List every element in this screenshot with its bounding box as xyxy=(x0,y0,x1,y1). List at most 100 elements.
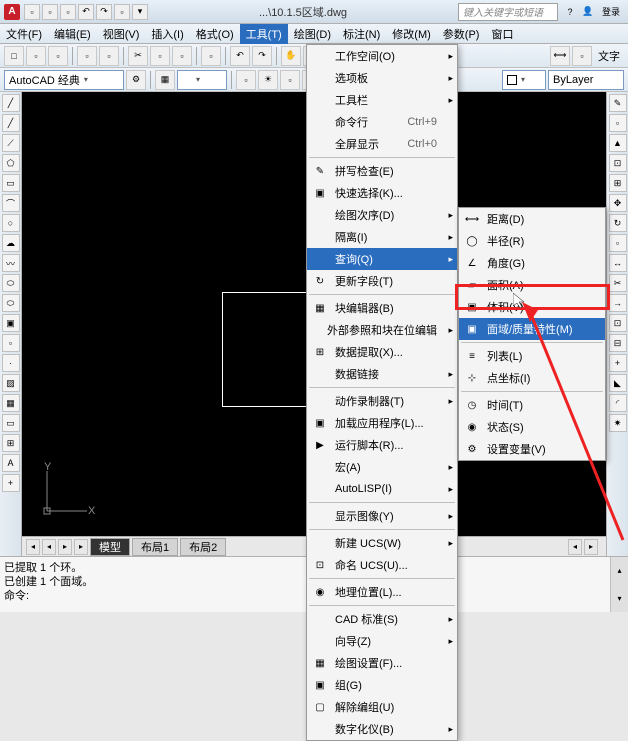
menu-item[interactable]: 查询(Q)▸ xyxy=(307,248,457,270)
tb-undo-icon[interactable]: ↶ xyxy=(230,46,250,66)
tabs-nav-last[interactable]: ▸ xyxy=(74,539,88,555)
tab-layout2[interactable]: 布局2 xyxy=(180,538,226,556)
tabs-nav-first[interactable]: ◂ xyxy=(26,539,40,555)
text-tool-icon[interactable]: A xyxy=(2,454,20,472)
block-tool-icon[interactable]: ▫ xyxy=(2,334,20,352)
circle-tool-icon[interactable]: ○ xyxy=(2,214,20,232)
menu-item[interactable]: 命令行Ctrl+9 xyxy=(307,111,457,133)
table-tool-icon[interactable]: ⊞ xyxy=(2,434,20,452)
menu-item[interactable]: ▦绘图设置(F)... xyxy=(307,652,457,674)
menu-edit[interactable]: 编辑(E) xyxy=(48,24,97,44)
add-tool-icon[interactable]: + xyxy=(2,474,20,492)
menu-item[interactable]: 动作录制器(T)▸ xyxy=(307,390,457,412)
tb-dim-icon[interactable]: ⟷ xyxy=(550,46,570,66)
menu-item[interactable]: CAD 标准(S)▸ xyxy=(307,608,457,630)
menu-item[interactable]: 宏(A)▸ xyxy=(307,456,457,478)
menu-item[interactable]: ▱面积(A) xyxy=(459,274,605,296)
qat-new-icon[interactable]: ▫ xyxy=(24,4,40,20)
explode-tool-icon[interactable]: ✷ xyxy=(609,414,627,432)
qat-more-icon[interactable]: ▾ xyxy=(132,4,148,20)
tb-pan-icon[interactable]: ✋ xyxy=(281,46,301,66)
break-tool-icon[interactable]: ⊡ xyxy=(609,314,627,332)
login-label[interactable]: 登录 xyxy=(598,4,624,20)
menu-item[interactable]: ▢解除编组(U) xyxy=(307,696,457,718)
app-icon[interactable]: A xyxy=(4,4,20,20)
menu-view[interactable]: 视图(V) xyxy=(97,24,146,44)
qat-undo-icon[interactable]: ↶ xyxy=(78,4,94,20)
menu-item[interactable]: AutoLISP(I)▸ xyxy=(307,478,457,500)
tb-t2-icon[interactable]: ☀ xyxy=(258,70,278,90)
menu-item[interactable]: 隔离(I)▸ xyxy=(307,226,457,248)
array-tool-icon[interactable]: ⊞ xyxy=(609,174,627,192)
chamfer-tool-icon[interactable]: ◣ xyxy=(609,374,627,392)
menu-param[interactable]: 参数(P) xyxy=(437,24,486,44)
workspace-dropdown[interactable]: AutoCAD 经典 ▾ xyxy=(4,70,124,90)
trim-tool-icon[interactable]: ✂ xyxy=(609,274,627,292)
menu-item[interactable]: 新建 UCS(W)▸ xyxy=(307,532,457,554)
menu-item[interactable]: ▣体积(V) xyxy=(459,296,605,318)
rect-tool-icon[interactable]: ▭ xyxy=(2,174,20,192)
menu-item[interactable]: 外部参照和块在位编辑▸ xyxy=(307,319,457,341)
tb-modify-icon[interactable]: ▫ xyxy=(572,46,592,66)
menu-item[interactable]: ▣加载应用程序(L)... xyxy=(307,412,457,434)
linetype-dropdown[interactable]: ByLayer xyxy=(548,70,624,90)
point-tool-icon[interactable]: · xyxy=(2,354,20,372)
rotate-tool-icon[interactable]: ↻ xyxy=(609,214,627,232)
menu-item[interactable]: ◷时间(T) xyxy=(459,394,605,416)
offset-tool-icon[interactable]: ⊡ xyxy=(609,154,627,172)
tb-new-icon[interactable]: □ xyxy=(4,46,24,66)
spline-tool-icon[interactable]: 〰 xyxy=(2,254,20,272)
join-tool-icon[interactable]: + xyxy=(609,354,627,372)
search-input[interactable]: 键入关键字或短语 xyxy=(458,3,558,21)
tb-match-icon[interactable]: ▫ xyxy=(201,46,221,66)
menu-item[interactable]: ⚙设置变量(V) xyxy=(459,438,605,460)
menu-format[interactable]: 格式(O) xyxy=(190,24,240,44)
tb-t1-icon[interactable]: ▫ xyxy=(236,70,256,90)
menu-window[interactable]: 窗口 xyxy=(485,24,519,44)
tb-t3-icon[interactable]: ▫ xyxy=(280,70,300,90)
menu-item[interactable]: 向导(Z)▸ xyxy=(307,630,457,652)
break2-tool-icon[interactable]: ⊟ xyxy=(609,334,627,352)
menu-item[interactable]: ✎拼写检查(E) xyxy=(307,160,457,182)
scale-tool-icon[interactable]: ▫ xyxy=(609,234,627,252)
hatch-tool-icon[interactable]: ▨ xyxy=(2,374,20,392)
menu-item[interactable]: ↻更新字段(T) xyxy=(307,270,457,292)
line-tool-icon[interactable]: ╱ xyxy=(2,94,20,112)
hscroll-right-icon[interactable]: ▸ xyxy=(584,539,598,555)
tb-redo-icon[interactable]: ↷ xyxy=(252,46,272,66)
menu-item[interactable]: 显示图像(Y)▸ xyxy=(307,505,457,527)
menu-modify[interactable]: 修改(M) xyxy=(386,24,437,44)
gradient-tool-icon[interactable]: ▦ xyxy=(2,394,20,412)
tb-copy-icon[interactable]: ▫ xyxy=(150,46,170,66)
menu-item[interactable]: ▣快速选择(K)... xyxy=(307,182,457,204)
qat-redo-icon[interactable]: ↷ xyxy=(96,4,112,20)
tb-cut-icon[interactable]: ✂ xyxy=(128,46,148,66)
menu-item[interactable]: ▦块编辑器(B) xyxy=(307,297,457,319)
menu-item[interactable]: 数字化仪(B)▸ xyxy=(307,718,457,740)
menu-item[interactable]: ◉地理位置(L)... xyxy=(307,581,457,603)
region-tool-icon[interactable]: ▭ xyxy=(2,414,20,432)
menu-item[interactable]: ▣面域/质量特性(M) xyxy=(459,318,605,340)
color-dropdown[interactable]: ▾ xyxy=(502,70,546,90)
menu-insert[interactable]: 插入(I) xyxy=(145,24,189,44)
tabs-nav-prev[interactable]: ◂ xyxy=(42,539,56,555)
menu-item[interactable]: 绘图次序(D)▸ xyxy=(307,204,457,226)
tb-open-icon[interactable]: ▫ xyxy=(26,46,46,66)
tb-layer-icon[interactable]: ▦ xyxy=(155,70,175,90)
fillet-tool-icon[interactable]: ◜ xyxy=(609,394,627,412)
copy-tool-icon[interactable]: ▫ xyxy=(609,114,627,132)
menu-item[interactable]: ∠角度(G) xyxy=(459,252,605,274)
qat-save-icon[interactable]: ▫ xyxy=(60,4,76,20)
login-icon[interactable]: 👤 xyxy=(580,4,596,20)
tb-save-icon[interactable]: ▫ xyxy=(48,46,68,66)
tb-paste-icon[interactable]: ▫ xyxy=(172,46,192,66)
menu-dim[interactable]: 标注(N) xyxy=(337,24,386,44)
menu-item[interactable]: 数据链接▸ xyxy=(307,363,457,385)
tb-gear-icon[interactable]: ⚙ xyxy=(126,70,146,90)
command-text[interactable]: 已提取 1 个环。 已创建 1 个面域。 命令: xyxy=(0,557,610,612)
menu-item[interactable]: ⊹点坐标(I) xyxy=(459,367,605,389)
menu-tools[interactable]: 工具(T) xyxy=(240,24,288,44)
layer-dropdown[interactable]: ▾ xyxy=(177,70,227,90)
tabs-nav-next[interactable]: ▸ xyxy=(58,539,72,555)
menu-item[interactable]: ⊞数据提取(X)... xyxy=(307,341,457,363)
